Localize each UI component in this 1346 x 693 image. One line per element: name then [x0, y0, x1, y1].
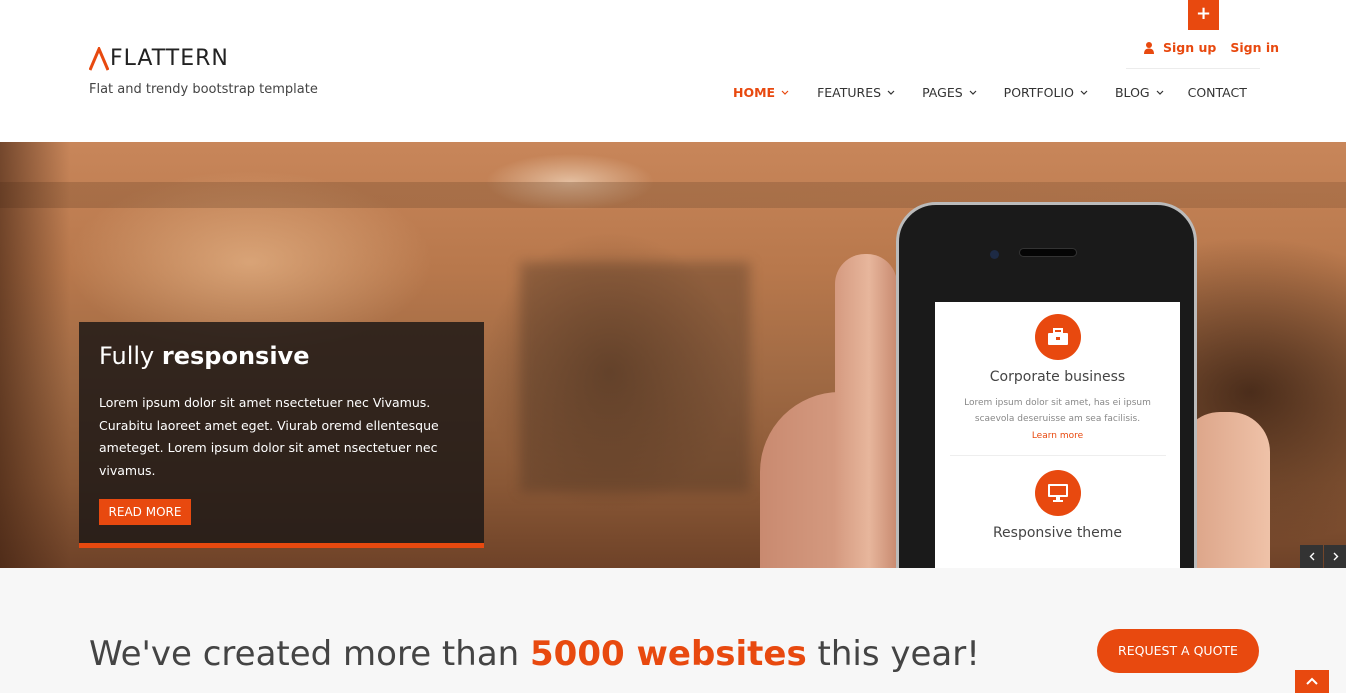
briefcase-icon	[1034, 314, 1081, 360]
phone-feature-responsive: Responsive theme	[935, 470, 1180, 541]
caption-text: Lorem ipsum dolor sit amet nsectetuer ne…	[99, 395, 439, 478]
headline-before: We've created more than	[89, 634, 520, 674]
phone-camera	[990, 250, 999, 259]
phone-feature-corporate: Corporate business Lorem ipsum dolor sit…	[935, 314, 1180, 456]
monitor-icon	[1034, 470, 1081, 516]
slider-prev-button[interactable]	[1300, 545, 1323, 568]
chevron-left-icon	[1309, 552, 1314, 561]
learn-more-link[interactable]: Learn more	[935, 431, 1180, 441]
slider-nav	[1299, 545, 1346, 568]
header-divider	[1126, 68, 1260, 69]
user-links: Sign up Sign in	[1144, 40, 1279, 55]
hero-slider: Corporate business Lorem ipsum dolor sit…	[0, 142, 1346, 568]
brand-name: FLATTERN	[110, 46, 229, 71]
read-more-button[interactable]: READ MORE	[99, 499, 191, 525]
site-logo[interactable]: FLATTERN	[89, 46, 229, 72]
hero-background-window	[520, 262, 750, 492]
nav-item-label: PORTFOLIO	[1003, 84, 1074, 100]
site-header: + FLATTERN Flat and trendy bootstrap tem…	[0, 0, 1346, 142]
hand-finger-image	[835, 254, 897, 568]
chevron-down-icon	[781, 90, 789, 95]
brand-tagline: Flat and trendy bootstrap template	[89, 82, 318, 97]
logo-mark-icon	[89, 47, 109, 71]
nav-item-label: CONTACT	[1187, 84, 1247, 100]
chevron-down-icon	[969, 90, 977, 95]
nav-item-contact[interactable]: CONTACT	[1188, 84, 1247, 100]
nav-item-pages[interactable]: PAGES	[922, 84, 977, 100]
nav-item-blog[interactable]: BLOG	[1115, 84, 1164, 100]
chevron-down-icon	[1156, 90, 1164, 95]
nav-item-features[interactable]: FEATURES	[817, 84, 895, 100]
scroll-to-top-button[interactable]	[1295, 670, 1329, 693]
caption-title: Fully responsive	[99, 342, 309, 370]
hero-caption: Fully responsive Lorem ipsum dolor sit a…	[79, 322, 484, 548]
request-quote-button[interactable]: REQUEST A QUOTE	[1097, 629, 1259, 673]
nav-item-label: PAGES	[922, 84, 963, 100]
nav-item-portfolio[interactable]: PORTFOLIO	[1004, 84, 1088, 100]
nav-item-label: BLOG	[1114, 84, 1150, 100]
chevron-right-icon	[1333, 552, 1338, 561]
signup-link[interactable]: Sign up	[1163, 40, 1216, 55]
phone-speaker	[1019, 248, 1077, 257]
chevron-down-icon	[1080, 90, 1088, 95]
feature-divider	[949, 455, 1166, 456]
plus-toggle-button[interactable]: +	[1188, 0, 1219, 30]
cta-headline: We've created more than 5000 websites th…	[89, 634, 980, 674]
nav-item-label: HOME	[733, 84, 776, 100]
slider-next-button[interactable]	[1324, 545, 1346, 568]
nav-item-label: FEATURES	[817, 84, 882, 100]
hero-background-shade	[0, 142, 70, 568]
phone-screen: Corporate business Lorem ipsum dolor sit…	[935, 302, 1180, 568]
feature-title: Responsive theme	[992, 525, 1123, 541]
headline-accent: 5000 websites	[530, 634, 807, 674]
chevron-down-icon	[887, 90, 895, 95]
caption-title-regular: Fully	[99, 342, 155, 370]
headline-after: this year!	[817, 634, 980, 674]
main-nav: HOME FEATURES PAGES PORTFOLIO BLOG CONTA…	[733, 84, 1247, 100]
chevron-up-icon	[1306, 677, 1318, 685]
user-icon	[1144, 41, 1154, 54]
caption-title-bold: responsive	[161, 342, 310, 370]
signin-link[interactable]: Sign in	[1230, 40, 1279, 55]
nav-item-home[interactable]: HOME	[733, 84, 789, 100]
feature-text: Lorem ipsum dolor sit amet, has ei ipsum…	[964, 398, 1151, 424]
cta-strip: We've created more than 5000 websites th…	[0, 568, 1346, 693]
feature-title: Corporate business	[989, 369, 1126, 385]
